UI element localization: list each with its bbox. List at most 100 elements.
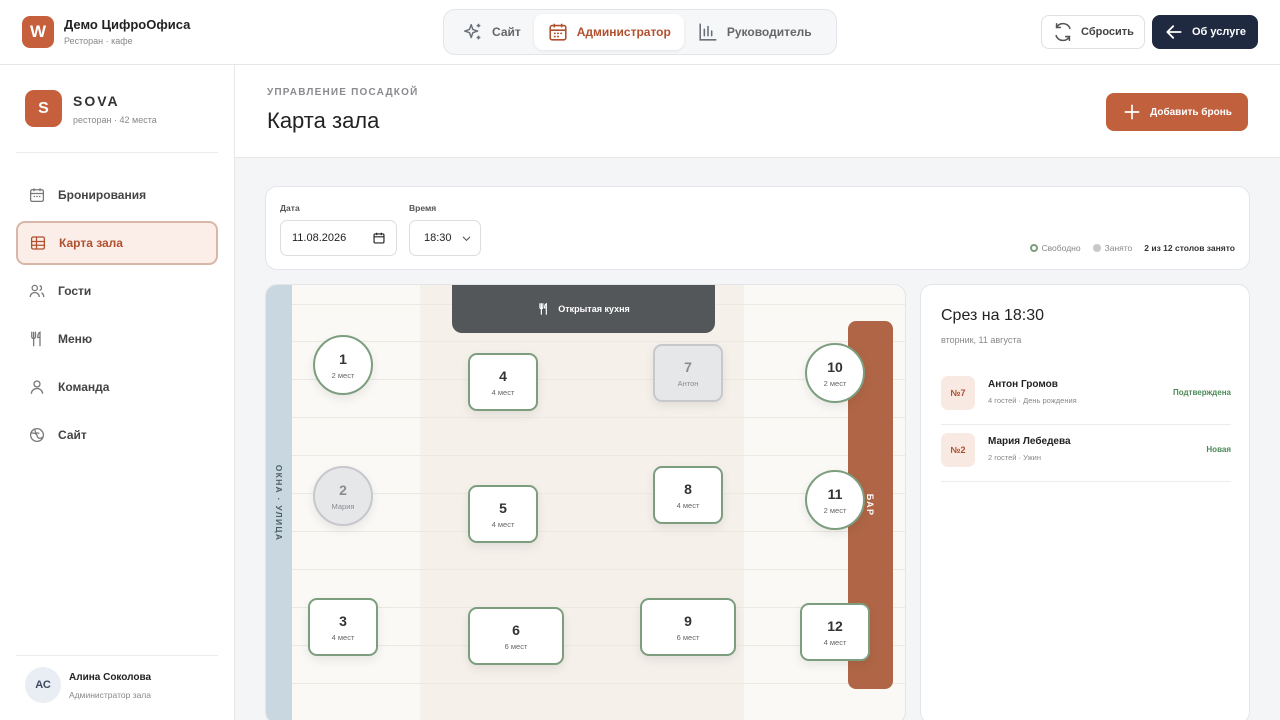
reset-button[interactable]: Сбросить: [1041, 15, 1145, 49]
legend-busy: Занято: [1092, 243, 1132, 253]
time-label: Время: [409, 203, 437, 213]
app-logo[interactable]: W: [22, 16, 54, 48]
sidebar: S SOVA ресторан · 42 места Бронирования …: [0, 65, 235, 720]
user-icon: [30, 380, 44, 394]
guest-name: Мария Лебедева: [988, 436, 1071, 447]
table-info: Антон: [677, 378, 699, 388]
kitchen-label: Открытая кухня: [558, 304, 630, 314]
guest-name: Антон Громов: [988, 379, 1058, 390]
date-label: Дата: [280, 203, 300, 213]
mode-switcher: Сайт Администратор Руководитель: [443, 9, 837, 55]
mode-tab-site[interactable]: Сайт: [449, 14, 534, 50]
floor-map-icon: [30, 236, 46, 250]
add-booking-button[interactable]: Добавить бронь: [1106, 93, 1248, 131]
table-12[interactable]: 12 4 мест: [800, 603, 870, 661]
table-number: 2: [339, 481, 347, 498]
filters-card: Дата 11.08.2026 Время 18:30 Свободно Зан…: [265, 186, 1250, 270]
table-info: 6 мест: [676, 632, 700, 642]
sidebar-item-site[interactable]: Сайт: [16, 413, 218, 457]
cutlery-icon: [539, 302, 548, 315]
app-title: Демо ЦифроОфиса: [64, 17, 191, 32]
busy-dot-icon: [1092, 244, 1101, 252]
page-header: УПРАВЛЕНИЕ ПОСАДКОЙ Карта зала Добавить …: [235, 65, 1280, 158]
sidebar-item-label: Карта зала: [59, 236, 123, 250]
mode-tab-label: Руководитель: [726, 25, 812, 39]
table-number: 4: [499, 367, 507, 384]
avatar[interactable]: АС: [25, 667, 61, 703]
table-number: 1: [339, 350, 347, 367]
booking-item[interactable]: №2 Мария Лебедева 2 гостей · Ужин Новая: [941, 425, 1231, 482]
booking-meta: 4 гостей · День рождения: [988, 396, 1077, 405]
table-4[interactable]: 4 4 мест: [468, 353, 538, 411]
table-info: Мария: [331, 501, 355, 511]
table-7[interactable]: 7 Антон: [653, 344, 723, 402]
mode-tab-admin[interactable]: Администратор: [533, 14, 684, 50]
table-number: 6: [512, 621, 520, 638]
sidebar-nav: Бронирования Карта зала Гости Меню Коман…: [16, 173, 218, 461]
sidebar-item-menu[interactable]: Меню: [16, 317, 218, 361]
booking-item[interactable]: №7 Антон Громов 4 гостей · День рождения…: [941, 368, 1231, 425]
table-9[interactable]: 9 6 мест: [640, 598, 736, 656]
floor-line: [292, 569, 905, 570]
free-dot-icon: [1029, 244, 1038, 252]
sidebar-item-label: Команда: [58, 380, 110, 394]
status-badge: Новая: [1206, 445, 1231, 454]
table-info: 4 мест: [331, 632, 355, 642]
legend-free-label: Свободно: [1041, 243, 1081, 253]
booking-meta: 2 гостей · Ужин: [988, 453, 1041, 462]
floor-line: [292, 417, 905, 418]
table-info: 4 мест: [823, 637, 847, 647]
time-select[interactable]: 18:30: [409, 220, 481, 256]
table-8[interactable]: 8 4 мест: [653, 466, 723, 524]
table-number: 7: [684, 358, 692, 375]
legend: Свободно Занято 2 из 12 столов занято: [1029, 243, 1235, 253]
table-info: 2 мест: [823, 505, 847, 515]
table-badge: №7: [941, 376, 975, 410]
date-input[interactable]: 11.08.2026: [280, 220, 397, 256]
about-button[interactable]: Об услуге: [1152, 15, 1258, 49]
table-5[interactable]: 5 4 мест: [468, 485, 538, 543]
table-1[interactable]: 1 2 мест: [313, 335, 373, 395]
table-number: 11: [827, 485, 843, 502]
refresh-icon: [1055, 22, 1071, 42]
cutlery-icon: [31, 331, 41, 347]
sidebar-item-bookings[interactable]: Бронирования: [16, 173, 218, 217]
arrow-left-icon: [1166, 25, 1182, 39]
user-name: Алина Соколова: [69, 672, 152, 683]
legend-free: Свободно: [1029, 243, 1081, 253]
sidebar-item-floor-map[interactable]: Карта зала: [16, 221, 218, 265]
table-badge: №2: [941, 433, 975, 467]
window-zone: ОКНА · УЛИЦА: [266, 285, 292, 720]
snapshot-panel: Срез на 18:30 вторник, 11 августа №7 Ант…: [920, 284, 1250, 720]
sidebar-item-label: Бронирования: [58, 188, 147, 202]
sidebar-item-label: Меню: [58, 332, 93, 346]
plus-icon: [1124, 104, 1140, 120]
sidebar-item-guests[interactable]: Гости: [16, 269, 218, 313]
open-kitchen: Открытая кухня: [452, 285, 715, 333]
table-number: 9: [684, 612, 692, 629]
table-3[interactable]: 3 4 мест: [308, 598, 378, 656]
mode-tab-label: Сайт: [492, 25, 521, 39]
venue-logo: S: [25, 90, 62, 127]
mode-tab-manager[interactable]: Руководитель: [684, 14, 825, 50]
floor-map: ОКНА · УЛИЦА Открытая кухня БАР 1 2 мест 2…: [265, 284, 906, 720]
mode-tab-label: Администратор: [576, 25, 671, 39]
table-11[interactable]: 11 2 мест: [805, 470, 865, 530]
user-role: Администратор зала: [69, 690, 151, 700]
table-number: 5: [499, 499, 507, 516]
table-2[interactable]: 2 Мария: [313, 466, 373, 526]
floor-line: [292, 455, 905, 456]
table-info: 2 мест: [331, 370, 355, 380]
table-6[interactable]: 6 6 мест: [468, 607, 564, 665]
sidebar-item-team[interactable]: Команда: [16, 365, 218, 409]
venue-name: SOVA: [73, 93, 120, 109]
snapshot-date: вторник, 11 августа: [941, 335, 1022, 345]
venue-subtitle: ресторан · 42 места: [73, 115, 157, 125]
page-eyebrow: УПРАВЛЕНИЕ ПОСАДКОЙ: [267, 87, 419, 98]
table-number: 3: [339, 612, 347, 629]
table-info: 6 мест: [504, 641, 528, 651]
table-info: 4 мест: [676, 500, 700, 510]
bar-chart-icon: [699, 23, 717, 41]
table-10[interactable]: 10 2 мест: [805, 343, 865, 403]
divider: [16, 152, 218, 153]
